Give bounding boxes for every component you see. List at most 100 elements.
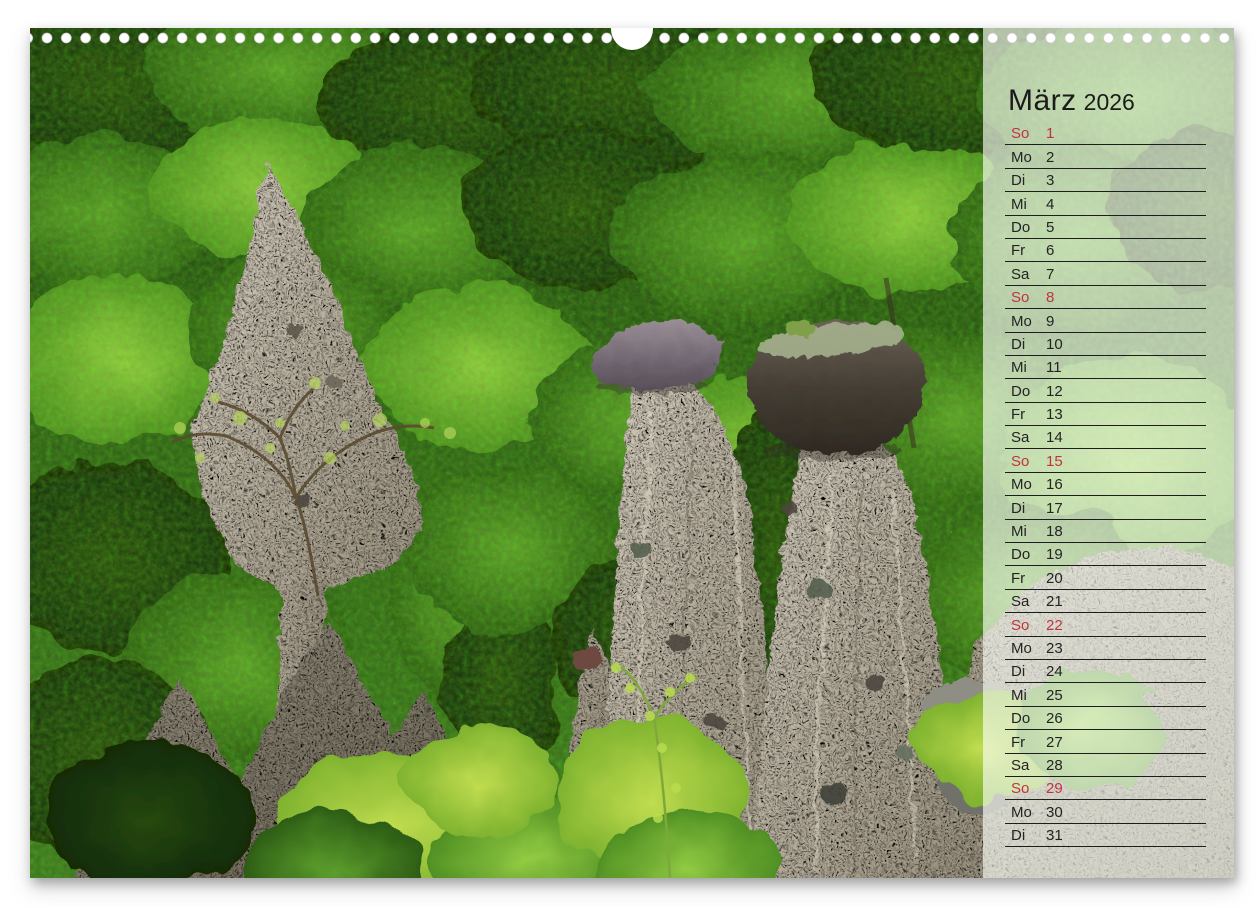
- day-row: Fr 13: [1005, 403, 1206, 426]
- day-row: Mo 30: [1005, 800, 1206, 823]
- day-row: Di 24: [1005, 660, 1206, 683]
- weekday-label: Do: [1011, 220, 1038, 235]
- day-row: So 8: [1005, 286, 1206, 309]
- weekday-label: So: [1011, 618, 1038, 633]
- weekday-label: Mi: [1011, 524, 1038, 539]
- weekday-label: So: [1011, 126, 1038, 141]
- day-row: Sa 14: [1005, 426, 1206, 449]
- weekday-label: Di: [1011, 337, 1038, 352]
- day-row: Di 3: [1005, 169, 1206, 192]
- calendar-sheet: März2026 So 1 Mo 2 Di 3 Mi: [30, 28, 1234, 878]
- weekday-label: Mo: [1011, 477, 1038, 492]
- weekday-label: Do: [1011, 384, 1038, 399]
- day-number: 29: [1046, 781, 1063, 796]
- day-number: 21: [1046, 594, 1063, 609]
- day-number: 20: [1046, 571, 1063, 586]
- date-panel: März2026 So 1 Mo 2 Di 3 Mi: [983, 28, 1234, 878]
- day-number: 9: [1046, 314, 1054, 329]
- day-number: 22: [1046, 618, 1063, 633]
- day-row: Mo 9: [1005, 309, 1206, 332]
- day-number: 15: [1046, 454, 1063, 469]
- binding-holes: [30, 28, 1234, 80]
- day-row: So 22: [1005, 613, 1206, 636]
- day-number: 10: [1046, 337, 1063, 352]
- weekday-label: Di: [1011, 664, 1038, 679]
- month-name: März: [1008, 84, 1077, 117]
- day-number: 13: [1046, 407, 1063, 422]
- day-number: 8: [1046, 290, 1054, 305]
- day-number: 23: [1046, 641, 1063, 656]
- day-row: Fr 20: [1005, 566, 1206, 589]
- day-row: Mo 2: [1005, 145, 1206, 168]
- weekday-label: So: [1011, 781, 1038, 796]
- weekday-label: Do: [1011, 711, 1038, 726]
- day-row: Mi 11: [1005, 356, 1206, 379]
- year-label: 2026: [1084, 89, 1135, 115]
- weekday-label: Sa: [1011, 594, 1038, 609]
- weekday-label: Mo: [1011, 150, 1038, 165]
- day-number: 26: [1046, 711, 1063, 726]
- day-row: Di 17: [1005, 496, 1206, 519]
- day-row: Sa 7: [1005, 262, 1206, 285]
- weekday-label: Mo: [1011, 805, 1038, 820]
- day-number: 25: [1046, 688, 1063, 703]
- weekday-label: Sa: [1011, 430, 1038, 445]
- weekday-label: Mo: [1011, 641, 1038, 656]
- day-number: 14: [1046, 430, 1063, 445]
- weekday-label: Fr: [1011, 243, 1038, 258]
- day-row: Fr 6: [1005, 239, 1206, 262]
- day-number: 31: [1046, 828, 1063, 843]
- day-number: 3: [1046, 173, 1054, 188]
- weekday-label: Mi: [1011, 360, 1038, 375]
- weekday-label: Fr: [1011, 407, 1038, 422]
- weekday-label: Fr: [1011, 735, 1038, 750]
- weekday-label: Sa: [1011, 267, 1038, 282]
- day-row: Fr 27: [1005, 730, 1206, 753]
- month-title: März 2026: [1008, 84, 1135, 118]
- weekday-label: Sa: [1011, 758, 1038, 773]
- weekday-label: So: [1011, 290, 1038, 305]
- day-row: Mi 4: [1005, 192, 1206, 215]
- day-number: 24: [1046, 664, 1063, 679]
- day-number: 7: [1046, 267, 1054, 282]
- weekday-label: Mi: [1011, 688, 1038, 703]
- day-row: So 29: [1005, 777, 1206, 800]
- day-row: Do 19: [1005, 543, 1206, 566]
- weekday-label: Fr: [1011, 571, 1038, 586]
- day-number: 19: [1046, 547, 1063, 562]
- day-number: 16: [1046, 477, 1063, 492]
- weekday-label: Di: [1011, 501, 1038, 516]
- day-row: Do 26: [1005, 707, 1206, 730]
- day-row: Di 10: [1005, 333, 1206, 356]
- day-rows: So 1 Mo 2 Di 3 Mi 4: [1005, 122, 1206, 847]
- weekday-label: Mo: [1011, 314, 1038, 329]
- day-number: 30: [1046, 805, 1063, 820]
- day-row: Sa 28: [1005, 754, 1206, 777]
- day-row: So 1: [1005, 122, 1206, 145]
- day-number: 12: [1046, 384, 1063, 399]
- day-row: Mo 23: [1005, 637, 1206, 660]
- day-row: Mo 16: [1005, 473, 1206, 496]
- day-number: 28: [1046, 758, 1063, 773]
- calendar-preview: März2026 So 1 Mo 2 Di 3 Mi: [0, 0, 1260, 908]
- weekday-label: Di: [1011, 828, 1038, 843]
- weekday-label: Do: [1011, 547, 1038, 562]
- day-row: Mi 25: [1005, 683, 1206, 706]
- day-row: Di 31: [1005, 824, 1206, 847]
- day-row: Do 5: [1005, 216, 1206, 239]
- day-number: 17: [1046, 501, 1063, 516]
- day-number: 11: [1046, 360, 1062, 375]
- day-number: 18: [1046, 524, 1063, 539]
- day-row: Do 12: [1005, 379, 1206, 402]
- day-number: 6: [1046, 243, 1054, 258]
- weekday-label: So: [1011, 454, 1038, 469]
- day-number: 27: [1046, 735, 1063, 750]
- day-number: 2: [1046, 150, 1054, 165]
- small-red-rock: [569, 645, 599, 667]
- day-number: 1: [1046, 126, 1054, 141]
- day-row: Sa 21: [1005, 590, 1206, 613]
- weekday-label: Di: [1011, 173, 1038, 188]
- day-row: So 15: [1005, 449, 1206, 472]
- day-number: 5: [1046, 220, 1054, 235]
- day-number: 4: [1046, 197, 1054, 212]
